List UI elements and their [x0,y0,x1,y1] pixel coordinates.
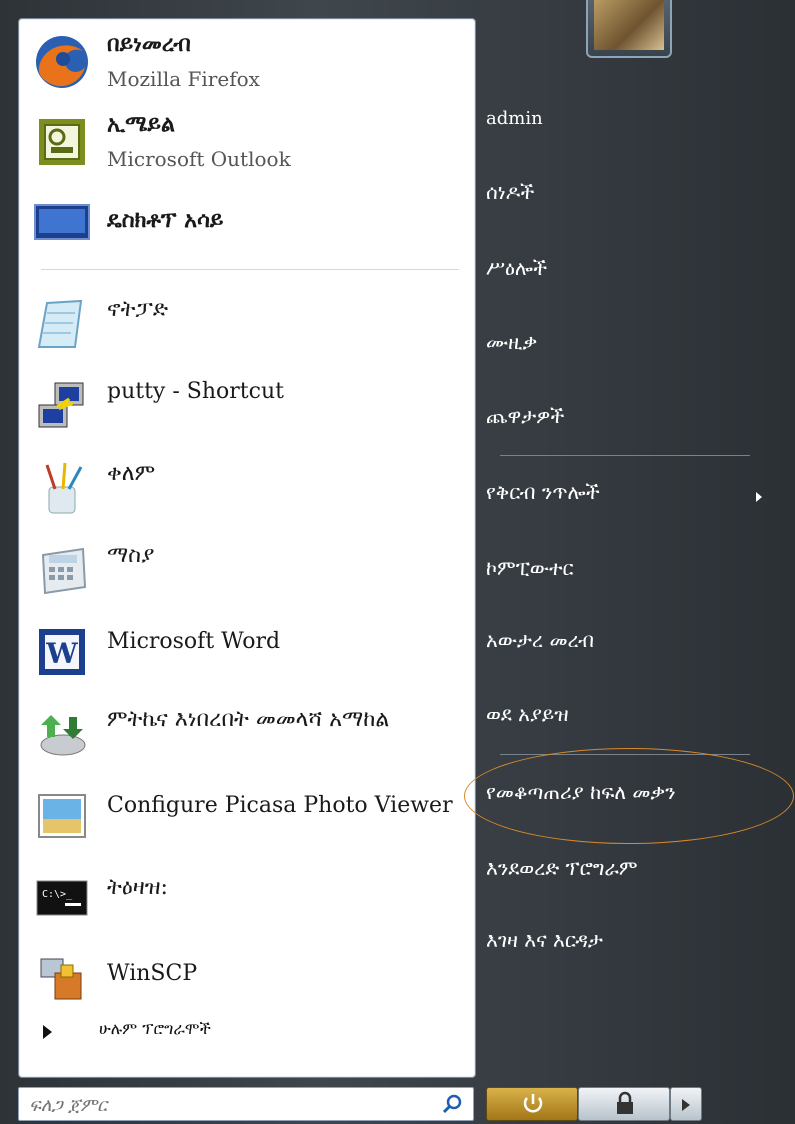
right-item-user[interactable]: admin [486,108,776,152]
highlight-ellipse [464,748,794,844]
right-item-recent-items[interactable]: የቅርብ ንጥሎች [486,480,776,524]
program-title: WinSCP [107,961,198,986]
recent-item-calculator[interactable]: ማስያ [29,533,465,607]
word-icon: W [39,629,85,675]
recent-item-notepad[interactable]: ኖትፓድ [29,287,465,361]
svg-text:W: W [45,637,78,670]
right-item-computer[interactable]: ኮምፒውተር [486,556,776,600]
desktop-icon [34,204,90,240]
right-item-documents[interactable]: ሰነዶች [486,180,776,224]
pinned-item-firefox[interactable]: በይነመረብ Mozilla Firefox [29,25,465,99]
recent-items-label: የቅርብ ንጥሎች [486,480,600,504]
program-title: putty - Shortcut [107,379,284,404]
picasa-icon [38,794,86,838]
program-title: ቀለም [107,461,156,486]
arrow-right-icon [43,1025,52,1039]
right-item-music[interactable]: ሙዚቃ [486,330,776,374]
divider [500,455,750,456]
program-title: ኢሜይል [107,111,175,137]
firefox-icon [36,36,88,88]
divider [41,269,459,270]
recent-item-command-prompt[interactable]: C:\>_ ትዕዛዝ: [29,861,465,935]
command-prompt-icon: C:\>_ [36,880,88,916]
search-box [18,1087,474,1121]
pinned-item-show-desktop[interactable]: ዴስክቶፕ አሳይ [29,185,465,259]
calculator-icon [41,547,87,595]
recent-item-backup[interactable]: ምትኬና እነበረበት መመላሻ አማከል [29,697,465,771]
power-icon [523,1094,543,1113]
recent-item-paint[interactable]: ቀለም [29,451,465,525]
all-programs-label: ሁሉም ፕሮግራሞች [99,1019,211,1038]
program-title: Configure Picasa Photo Viewer [107,793,453,818]
paint-icon [45,462,83,514]
right-item-connect-to[interactable]: ወደ አያይዝ [486,702,776,746]
power-button[interactable] [486,1087,578,1121]
putty-icon [38,382,84,428]
programs-panel: በይነመረብ Mozilla Firefox ኢሜይል Microsoft Ou… [18,18,476,1078]
outlook-icon [39,119,85,165]
right-item-pictures[interactable]: ሥዕሎች [486,256,776,300]
program-title: ምትኬና እነበረበት መመላሻ አማከል [107,707,390,732]
recent-item-winscp[interactable]: WinSCP [29,943,465,1017]
arrow-right-icon [682,1099,690,1111]
lock-button[interactable] [578,1087,670,1121]
right-item-network[interactable]: አውታረ መረብ [486,628,776,672]
lock-icon [617,1091,633,1114]
program-title: ትዕዛዝ: [107,875,168,900]
right-item-default-programs[interactable]: እንደወረድ ፕሮግራም [486,856,776,900]
shutdown-options-button[interactable] [670,1087,702,1121]
all-programs-button[interactable]: ሁሉም ፕሮግራሞች [37,1019,467,1055]
power-controls [486,1087,716,1121]
right-item-help[interactable]: እገዛ እና እርዳታ [486,928,776,972]
right-item-games[interactable]: ጨዋታዎች [486,404,776,448]
program-title: Microsoft Word [107,629,281,654]
program-title: ኖትፓድ [107,297,169,322]
program-title: ማስያ [107,543,155,568]
program-subtitle: Mozilla Firefox [107,67,260,91]
avatar-image [594,0,664,50]
notepad-icon [37,299,83,348]
svg-text:C:\>_: C:\>_ [42,889,73,900]
recent-item-putty[interactable]: putty - Shortcut [29,369,465,443]
recent-item-word[interactable]: W Microsoft Word [29,615,465,689]
user-avatar[interactable] [586,0,672,58]
program-subtitle: Microsoft Outlook [107,147,291,171]
recent-item-picasa[interactable]: Configure Picasa Photo Viewer [29,779,465,853]
pinned-item-outlook[interactable]: ኢሜይል Microsoft Outlook [29,105,465,179]
program-title: በይነመረብ [107,31,191,57]
submenu-arrow-icon [756,492,762,502]
search-input[interactable] [27,1092,431,1118]
backup-icon [40,715,86,756]
winscp-icon [40,958,82,1000]
program-title: ዴስክቶፕ አሳይ [107,207,224,233]
